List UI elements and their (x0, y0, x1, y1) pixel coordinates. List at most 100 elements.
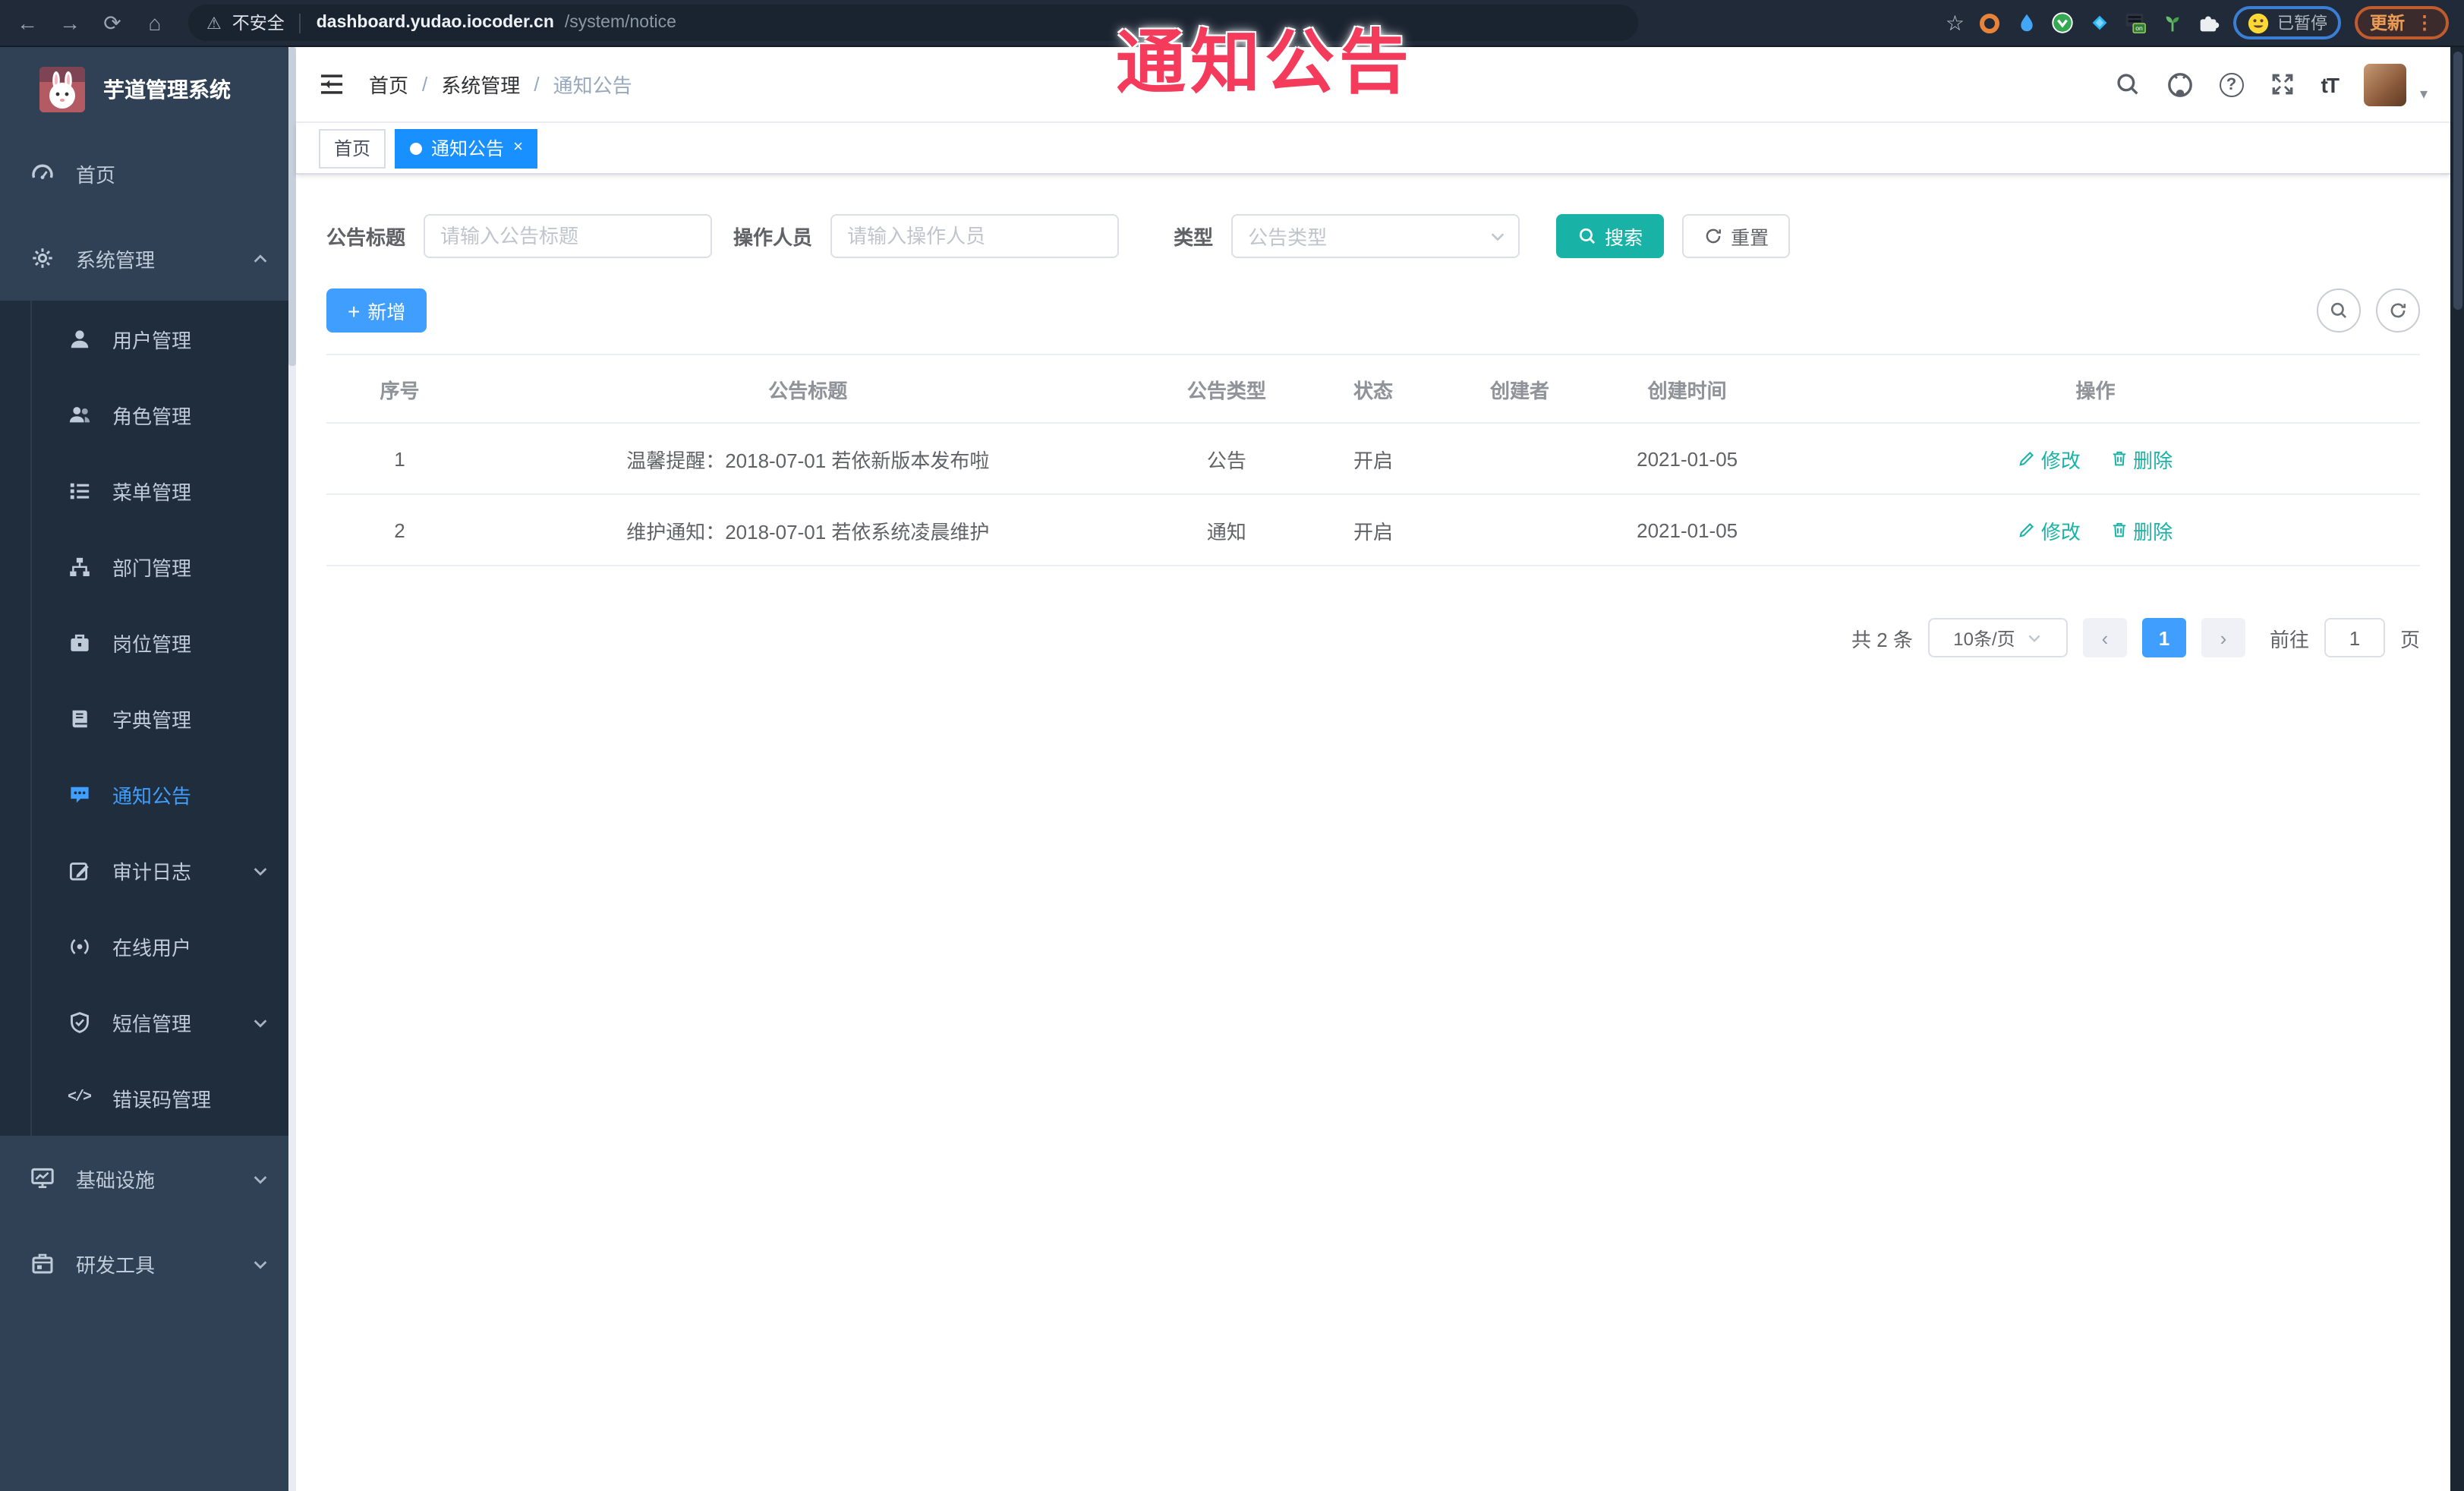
refresh-table-button[interactable] (2376, 288, 2420, 333)
bookmark-star-icon[interactable]: ☆ (1946, 10, 1965, 36)
sidebar-item-role-management[interactable]: 角色管理 (0, 377, 296, 452)
font-size-icon[interactable]: tT (2321, 72, 2340, 96)
extension-sprout-icon[interactable] (2160, 11, 2183, 34)
page-content: 公告标题 操作人员 类型 公告类型 (296, 175, 2450, 1491)
pagination-total: 共 2 条 (1851, 628, 1913, 651)
sidebar-collapse-icon[interactable] (319, 73, 345, 96)
delete-link[interactable]: 删除 (2110, 515, 2173, 544)
fullscreen-icon[interactable] (2270, 71, 2295, 97)
breadcrumb-system[interactable]: 系统管理 (441, 70, 520, 99)
operator-input[interactable] (830, 214, 1120, 258)
help-icon[interactable]: ? (2219, 72, 2244, 96)
user-avatar[interactable] (2363, 63, 2406, 106)
chevron-down-icon (2029, 635, 2041, 642)
breadcrumb-home[interactable]: 首页 (369, 70, 408, 99)
annotation-overlay-title: 通知公告 (1116, 23, 1413, 102)
add-button[interactable]: + 新增 (326, 288, 427, 333)
chevron-down-icon (1489, 228, 1506, 244)
dictionary-book-icon (67, 706, 91, 730)
toggle-search-button[interactable] (2317, 288, 2361, 333)
sidebar-item-online-users[interactable]: 在线用户 (0, 908, 296, 984)
sidebar-item-infrastructure[interactable]: 基础设施 (0, 1136, 296, 1221)
announcement-bubble-icon (67, 782, 91, 806)
cell-type: 公告 (1142, 423, 1311, 495)
notice-type-select[interactable]: 公告类型 (1231, 214, 1520, 258)
browser-back-icon[interactable]: ← (15, 12, 39, 33)
sidebar-item-department-management[interactable]: 部门管理 (0, 528, 296, 604)
chevron-down-icon (252, 1013, 269, 1030)
sidebar-item-label: 错误码管理 (112, 1088, 212, 1111)
prev-page-button[interactable]: ‹ (2082, 618, 2127, 657)
extension-blue-diamond-icon[interactable] (2087, 11, 2110, 34)
sidebar-item-sms-management[interactable]: 短信管理 (0, 984, 296, 1060)
table-tools (2317, 288, 2420, 333)
sidebar-item-home[interactable]: 首页 (0, 131, 296, 216)
sidebar-logo-row[interactable]: 芋道管理系统 (0, 47, 296, 131)
edit-link[interactable]: 修改 (2018, 515, 2081, 544)
sidebar-item-label: 审计日志 (112, 860, 192, 883)
sidebar-item-error-code-management[interactable]: </> 错误码管理 (0, 1060, 296, 1136)
browser-update-button[interactable]: 更新 ⋮ (2355, 6, 2449, 39)
sidebar-item-dictionary-management[interactable]: 字典管理 (0, 680, 296, 756)
emoji-face-icon (2248, 12, 2269, 33)
app-title: 芋道管理系统 (103, 77, 231, 101)
sidebar-item-user-management[interactable]: 用户管理 (0, 301, 296, 377)
window-scrollbar[interactable] (2450, 47, 2464, 1491)
breadcrumb-current: 通知公告 (553, 74, 632, 97)
briefcase-icon (67, 630, 91, 654)
dashboard-gauge-icon (30, 161, 55, 185)
app-logo-rabbit-icon (39, 66, 85, 112)
cell-type: 通知 (1142, 494, 1311, 566)
sidebar: 芋道管理系统 首页 系统管理 用户管理 角色管理 菜单管理 部门管理 岗位管理 … (0, 47, 296, 1491)
extension-orange-ring-icon[interactable] (1978, 11, 2001, 34)
header-search-icon[interactable] (2115, 71, 2141, 97)
extensions-puzzle-icon[interactable] (2197, 11, 2220, 34)
current-page-button[interactable]: 1 (2141, 618, 2186, 657)
edit-link[interactable]: 修改 (2018, 444, 2081, 473)
avatar-caret-down-icon[interactable]: ▾ (2420, 87, 2428, 103)
search-icon (1579, 228, 1596, 244)
cell-creator (1435, 423, 1604, 495)
table-header-row: 序号 公告标题 公告类型 状态 创建者 创建时间 操作 (326, 355, 2420, 424)
browser-home-icon[interactable]: ⌂ (143, 12, 167, 33)
refresh-icon (1706, 229, 1722, 244)
sidebar-item-dev-tools[interactable]: 研发工具 (0, 1221, 296, 1306)
url-path: /system/notice (564, 14, 676, 32)
pencil-icon (2020, 523, 2034, 537)
tag-home[interactable]: 首页 (319, 128, 386, 168)
sidebar-scrollbar[interactable] (288, 47, 296, 1491)
goto-page-input[interactable] (2324, 618, 2385, 657)
page-size-select[interactable]: 10条/页 (1927, 618, 2068, 657)
sidebar-item-label: 研发工具 (76, 1253, 156, 1276)
notice-title-input[interactable] (424, 214, 713, 258)
page-unit-label: 页 (2399, 628, 2420, 651)
sidebar-item-notice-announcement[interactable]: 通知公告 (0, 756, 296, 832)
sidebar-item-post-management[interactable]: 岗位管理 (0, 604, 296, 680)
extension-blue-drop-icon[interactable] (2015, 11, 2037, 34)
delete-link[interactable]: 删除 (2110, 444, 2173, 473)
reset-button[interactable]: 重置 (1682, 214, 1791, 258)
cell-title: 维护通知：2018-07-01 若依系统凌晨维护 (473, 494, 1143, 566)
audit-log-icon (67, 858, 91, 882)
github-icon[interactable] (2166, 71, 2194, 98)
extension-green-circle-icon[interactable] (2051, 11, 2074, 34)
search-button[interactable]: 搜索 (1556, 214, 1665, 258)
online-user-icon (67, 934, 91, 958)
cell-title: 温馨提醒：2018-07-01 若依新版本发布啦 (473, 423, 1143, 495)
tag-close-icon[interactable]: × (513, 139, 523, 156)
sidebar-item-menu-management[interactable]: 菜单管理 (0, 452, 296, 528)
browser-reload-icon[interactable]: ⟳ (100, 12, 124, 33)
sidebar-item-audit-log[interactable]: 审计日志 (0, 832, 296, 908)
cell-no: 2 (326, 494, 474, 566)
extension-switch-on-icon[interactable]: on (2124, 11, 2147, 34)
tag-notice-active[interactable]: 通知公告 × (395, 128, 538, 168)
profile-paused-chip[interactable]: 已暂停 (2233, 6, 2341, 39)
goto-label: 前往 (2269, 628, 2309, 651)
sidebar-item-system-management[interactable]: 系统管理 (0, 216, 296, 301)
col-title: 公告标题 (473, 355, 1143, 424)
address-bar[interactable]: ⚠ 不安全 dashboard.yudao.iocoder.cn /system… (188, 5, 1638, 41)
browser-forward-icon[interactable]: → (58, 12, 82, 33)
browser-menu-icon[interactable]: ⋮ (2415, 12, 2434, 33)
next-page-button[interactable]: › (2201, 618, 2245, 657)
shield-check-icon (67, 1010, 91, 1034)
